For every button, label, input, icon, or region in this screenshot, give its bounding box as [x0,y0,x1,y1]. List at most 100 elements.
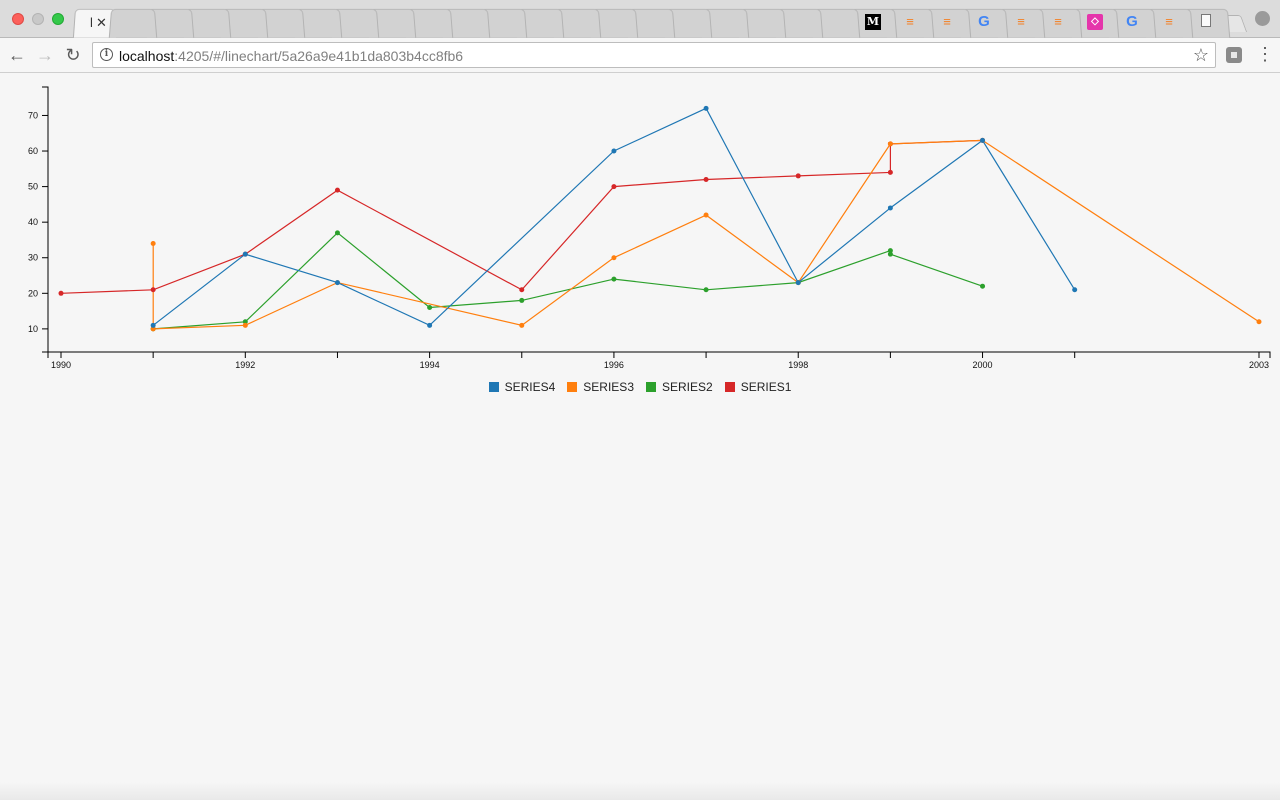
series-line-series1 [60,139,983,294]
data-point-series1[interactable] [611,184,617,190]
data-point-series3[interactable] [519,322,525,328]
data-point-series4[interactable] [427,322,433,328]
data-point-series4[interactable] [703,105,709,111]
info-icon[interactable]: i [100,48,113,61]
data-point-series3[interactable] [1256,319,1262,325]
legend-swatch [488,382,499,392]
data-point-series4[interactable] [795,280,801,286]
y-tick-label: 50 [28,182,38,192]
page-icon [1201,14,1211,27]
browser-tab-strip: l✕G●G⤓G◈◈An≡▲NevOılGAGM≡≡G≡≡◇G≡ [0,0,1280,38]
data-point-series1[interactable] [519,287,525,293]
chart-lines [60,107,1260,330]
google-icon: G [1126,13,1138,30]
data-point-series1[interactable] [334,187,340,193]
data-point-series3[interactable] [887,141,893,147]
data-point-series4[interactable] [242,251,248,257]
data-point-series2[interactable] [519,297,525,303]
medium-icon: M [865,14,881,30]
url-text[interactable]: localhost:4205/#/linechart/5a26a9e41b1da… [119,48,463,64]
legend-item-series4[interactable]: SERIES4 [488,379,556,395]
y-axis-line [42,86,49,353]
page-bottom [0,782,1280,800]
chart-legend: SERIES4 SERIES3 SERIES2 SERIES1 [0,379,1280,395]
data-point-series4[interactable] [1072,287,1078,293]
data-point-series4[interactable] [150,322,156,328]
graphql-icon: ◇ [1087,14,1103,30]
data-point-series2[interactable] [703,287,709,293]
line-chart: 10 20 30 40 50 60 70 1990 1992 1994 1996 1998 2000 20… [28,86,1271,370]
legend-item-series2[interactable]: SERIES2 [646,379,713,395]
url-host: localhost [119,48,175,64]
address-bar[interactable]: i localhost:4205/#/linechart/5a26a9e41b1… [92,42,1216,68]
chart-points [58,105,1262,332]
y-tick-label: 70 [28,110,38,120]
data-point-series1[interactable] [150,287,156,293]
stackoverflow-icon: ≡ [906,14,914,29]
data-point-series1[interactable] [795,173,801,179]
browser-menu-icon[interactable]: ⋮ [1256,44,1274,64]
y-tick-label: 20 [28,288,38,298]
forward-button[interactable]: → [34,44,56,66]
profile-icon[interactable] [1255,11,1270,26]
data-point-series4[interactable] [980,137,986,143]
data-point-series2[interactable] [427,305,433,311]
data-point-series1[interactable] [703,176,709,182]
data-point-series4[interactable] [611,148,617,154]
tab-1[interactable] [108,8,158,38]
data-point-series3[interactable] [611,255,617,261]
tab-close-icon[interactable]: ✕ [96,15,107,31]
x-tick-label: 1992 [235,360,255,370]
x-tick-label: 1996 [604,360,624,370]
data-point-series1[interactable] [887,169,893,175]
legend-label: SERIES1 [740,380,792,394]
y-tick-label: 30 [28,253,38,263]
legend-label: SERIES2 [662,380,713,394]
x-tick-label: 2003 [1249,360,1269,370]
x-tick-label: 1990 [51,360,71,370]
data-point-series3[interactable] [242,322,248,328]
y-tick-label: 40 [28,217,38,227]
browser-toolbar: ← → ↻ i localhost:4205/#/linechart/5a26a… [0,38,1280,73]
chart-axes: 10 20 30 40 50 60 70 1990 1992 1994 1996 1998 2000 20… [28,86,1271,370]
extension-icon[interactable] [1226,47,1242,63]
window-zoom-button[interactable] [52,13,64,25]
google-icon: G [978,13,990,30]
data-point-series2[interactable] [334,230,340,236]
legend-swatch [646,382,656,392]
back-button[interactable]: ← [6,44,28,66]
legend-item-series3[interactable]: SERIES3 [567,379,634,395]
y-tick-label: 60 [28,146,38,156]
data-point-series4[interactable] [887,205,893,211]
legend-label: SERIES3 [583,380,634,394]
stackoverflow-icon: ≡ [1165,14,1173,29]
url-path: :4205/#/linechart/5a26a9e41b1da803b4cc8f… [174,48,464,64]
series-line-series4 [152,107,1076,327]
stackoverflow-icon: ≡ [1017,14,1025,29]
data-point-series2[interactable] [887,251,893,257]
data-point-series2[interactable] [980,283,986,289]
reload-button[interactable]: ↻ [62,44,84,66]
stackoverflow-icon: ≡ [1054,14,1062,29]
x-tick-label: 1994 [420,360,440,370]
legend-swatch [567,382,578,392]
legend-label: SERIES4 [504,380,556,394]
window-minimize-button[interactable] [32,13,44,25]
data-point-series3[interactable] [150,241,156,247]
stackoverflow-icon: ≡ [943,14,951,29]
y-tick-label: 10 [28,324,38,334]
legend-swatch [724,382,735,392]
data-point-series2[interactable] [611,276,617,282]
bookmark-star-icon[interactable]: ☆ [1193,45,1209,65]
x-axis-line [47,351,1271,358]
tab-list: l✕G●G⤓G◈◈An≡▲NevOılGAGM≡≡G≡≡◇G≡ [72,8,1254,38]
legend-item-series1[interactable]: SERIES1 [724,379,792,395]
data-point-series3[interactable] [703,212,709,218]
x-tick-label: 1998 [788,360,808,370]
data-point-series1[interactable] [58,290,64,296]
tab-active-title: l [90,15,93,30]
window-close-button[interactable] [12,13,24,25]
data-point-series4[interactable] [334,280,340,286]
x-tick-label: 2000 [973,360,993,370]
series-line-series2 [153,231,983,330]
